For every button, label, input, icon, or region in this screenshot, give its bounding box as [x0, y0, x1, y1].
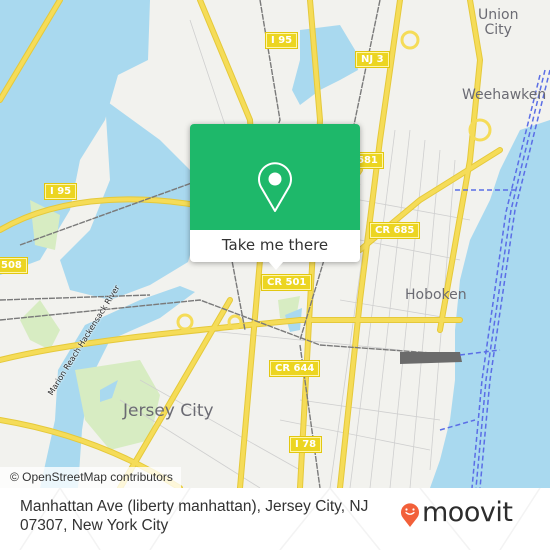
- road-shield-i95-west: I 95: [45, 184, 77, 199]
- take-me-there-button[interactable]: Take me there: [190, 230, 360, 262]
- location-popup: Take me there: [190, 124, 360, 270]
- hoboken-terminal: [400, 352, 462, 364]
- road-shield-i95: I 95: [266, 33, 298, 48]
- water-lake-north: [292, 25, 358, 105]
- footer: Manhattan Ave (liberty manhattan), Jerse…: [0, 488, 550, 550]
- water-hudson-river: [430, 120, 550, 488]
- road-shield-cr508: 508: [0, 258, 27, 273]
- moovit-pin-icon: [401, 503, 419, 527]
- moovit-wordmark: moovit: [422, 497, 513, 528]
- popup-pointer: [268, 261, 284, 270]
- place-label-hoboken: Hoboken: [405, 287, 467, 303]
- location-pin-icon: [258, 162, 292, 212]
- road-shield-i78: I 78: [290, 437, 322, 452]
- popup-header: [190, 124, 360, 230]
- place-label-weehawken: Weehawken: [462, 87, 547, 103]
- road-shield-cr501: CR 501: [262, 275, 312, 290]
- map-view[interactable]: Union City Weehawken Hoboken Jersey City…: [0, 0, 550, 488]
- map-attribution: © OpenStreetMap contributors: [0, 467, 181, 488]
- park-laurel-hill: [20, 300, 60, 350]
- road-shield-cr685: CR 685: [370, 223, 420, 238]
- address-text: Manhattan Ave (liberty manhattan), Jerse…: [20, 498, 369, 534]
- place-label-jersey-city: Jersey City: [123, 401, 214, 421]
- place-label-union-city: Union City: [478, 7, 519, 38]
- road-shield-nj3: NJ 3: [356, 52, 389, 67]
- road-shield-cr644: CR 644: [270, 361, 320, 376]
